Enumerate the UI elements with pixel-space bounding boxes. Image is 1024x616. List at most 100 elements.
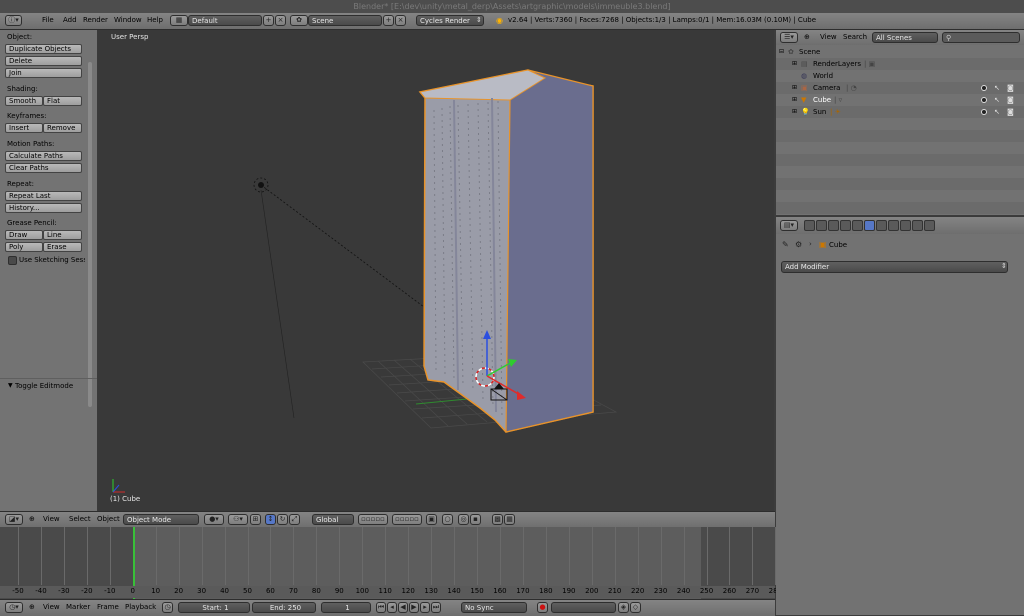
expand-icon[interactable]: ⊟ (779, 46, 784, 58)
outliner-row-world[interactable]: ◍ World (776, 70, 1024, 82)
header-collapse-icon[interactable]: ⊕ (29, 603, 35, 611)
scene-tab-icon[interactable] (816, 220, 827, 231)
outliner-menu-search[interactable]: Search (843, 33, 867, 41)
render-camera-icon[interactable]: ◙ (1007, 82, 1014, 94)
smooth-button[interactable]: Smooth (5, 96, 43, 106)
collapse-triangle-icon[interactable]: ▼ (8, 382, 13, 389)
visibility-eye-icon[interactable] (981, 97, 987, 103)
select-arrow-icon[interactable]: ↖ (994, 82, 1000, 94)
grease-poly-button[interactable]: Poly (5, 242, 43, 252)
start-frame-field[interactable]: Start: 1 (178, 602, 250, 613)
visibility-eye-icon[interactable] (981, 109, 987, 115)
outliner-search-input[interactable]: ⚲ (942, 32, 1020, 43)
insert-keyframe-button[interactable]: Insert (5, 123, 43, 133)
outliner-tree[interactable]: ⊟ ✿ Scene ⊞ ▤ RenderLayers | ▣ ◍ World ⊞… (776, 45, 1024, 215)
screen-layout-field[interactable]: Default (188, 15, 262, 26)
expand-icon[interactable]: ⊞ (792, 58, 797, 70)
menu-marker[interactable]: Marker (66, 603, 90, 611)
remove-scene-icon[interactable]: × (395, 15, 406, 26)
layers-row1-icon[interactable]: ▫▫▫▫▫ (358, 514, 388, 525)
repeat-last-button[interactable]: Repeat Last (5, 191, 82, 201)
render-tab-icon[interactable] (804, 220, 815, 231)
outliner-row-scene[interactable]: ⊟ ✿ Scene (776, 46, 1024, 58)
add-layout-icon[interactable]: + (263, 15, 274, 26)
world-tab-icon[interactable] (828, 220, 839, 231)
header-collapse-icon[interactable]: ⊕ (29, 515, 35, 523)
viewport-shading-icon[interactable]: ●▾ (204, 514, 224, 525)
menu-view[interactable]: View (43, 603, 60, 611)
grease-erase-button[interactable]: Erase (43, 242, 82, 252)
snap-icon[interactable]: ◎ (458, 514, 469, 525)
editor-type-timeline-icon[interactable]: ◷▾ (5, 602, 23, 613)
current-frame-field[interactable]: 1 (321, 602, 371, 613)
play-reverse-icon[interactable]: ◀ (398, 602, 408, 613)
data-tab-icon[interactable] (876, 220, 887, 231)
menu-object[interactable]: Object (97, 515, 120, 523)
menu-render[interactable]: Render (83, 16, 108, 24)
menu-window[interactable]: Window (114, 16, 142, 24)
sketching-checkbox[interactable] (8, 256, 17, 265)
manipulator-toggle-icon[interactable]: ⊞ (250, 514, 261, 525)
remove-keyframe-button[interactable]: Remove (43, 123, 82, 133)
visibility-eye-icon[interactable] (981, 85, 987, 91)
expand-icon[interactable]: ⊞ (792, 82, 797, 94)
flat-button[interactable]: Flat (43, 96, 82, 106)
modifiers-tab-icon[interactable] (864, 220, 875, 231)
render-still-icon[interactable]: ▩ (492, 514, 503, 525)
outliner-display-select[interactable]: All Scenes (872, 32, 938, 43)
outliner-menu-view[interactable]: View (820, 33, 837, 41)
delete-button[interactable]: Delete (5, 56, 82, 66)
physics-tab-icon[interactable] (924, 220, 935, 231)
layers-row2-icon[interactable]: ▫▫▫▫▫ (392, 514, 422, 525)
expand-icon[interactable]: ⊞ (792, 106, 797, 118)
menu-file[interactable]: File (42, 16, 54, 24)
timeline-editor[interactable]: -50 -40 -30 -20 -10 0 10 20 30 40 50 60 70 80 90 100 110… (0, 527, 782, 599)
preview-range-icon[interactable]: ◷ (162, 602, 173, 613)
play-icon[interactable]: ▶ (409, 602, 419, 613)
sync-mode-select[interactable]: No Sync (461, 602, 527, 613)
next-keyframe-icon[interactable]: ▸ (420, 602, 430, 613)
translate-icon[interactable]: ↕ (265, 514, 276, 525)
jump-start-icon[interactable]: ⏮ (376, 602, 386, 613)
select-arrow-icon[interactable]: ↖ (994, 94, 1000, 106)
outliner-row-renderlayers[interactable]: ⊞ ▤ RenderLayers | ▣ (776, 58, 1024, 70)
expand-icon[interactable]: ⊞ (792, 94, 797, 106)
material-tab-icon[interactable] (888, 220, 899, 231)
scale-icon[interactable]: ⤢ (289, 514, 300, 525)
particles-tab-icon[interactable] (912, 220, 923, 231)
end-frame-field[interactable]: End: 250 (252, 602, 316, 613)
calculate-paths-button[interactable]: Calculate Paths (5, 151, 82, 161)
add-modifier-select[interactable]: Add Modifier (781, 261, 1008, 273)
constraints-tab-icon[interactable] (852, 220, 863, 231)
render-engine-select[interactable]: Cycles Render (416, 15, 484, 26)
pivot-point-icon[interactable]: ⚇▾ (228, 514, 248, 525)
remove-layout-icon[interactable]: × (275, 15, 286, 26)
render-camera-icon[interactable]: ◙ (1007, 94, 1014, 106)
layer-lock-icon[interactable]: ▣ (426, 514, 437, 525)
outliner-row-sun[interactable]: ⊞ 💡 Sun | ☀ ↖ ◙ (776, 106, 1024, 118)
select-arrow-icon[interactable]: ↖ (994, 106, 1000, 118)
proportional-edit-icon[interactable]: ○ (442, 514, 453, 525)
toggle-editmode-panel[interactable]: Toggle Editmode (15, 382, 73, 390)
insert-keyframe-icon[interactable]: ◈ (618, 602, 629, 613)
editor-type-outliner-icon[interactable]: ☰▾ (780, 32, 798, 43)
editor-type-3d-icon[interactable]: ◪▾ (5, 514, 23, 525)
screen-layout-icon[interactable]: ▦ (170, 15, 188, 26)
transform-orientation-select[interactable]: Global (312, 514, 354, 525)
delete-keyframe-icon[interactable]: ◇ (630, 602, 641, 613)
record-icon[interactable]: ● (537, 602, 548, 613)
3d-viewport[interactable]: User Persp (1) Cube (98, 30, 774, 511)
duplicate-objects-button[interactable]: Duplicate Objects (5, 44, 82, 54)
render-camera-icon[interactable]: ◙ (1007, 106, 1014, 118)
render-anim-icon[interactable]: ▦ (504, 514, 515, 525)
menu-view[interactable]: View (43, 515, 60, 523)
join-button[interactable]: Join (5, 68, 82, 78)
clear-paths-button[interactable]: Clear Paths (5, 163, 82, 173)
object-tab-icon[interactable] (840, 220, 851, 231)
editor-type-info-icon[interactable]: ⓘ▾ (5, 15, 22, 26)
rotate-icon[interactable]: ↻ (277, 514, 288, 525)
menu-help[interactable]: Help (147, 16, 163, 24)
snap-element-icon[interactable]: ▪ (470, 514, 481, 525)
outliner-row-camera[interactable]: ⊞ ▣ Camera | ◔ ↖ ◙ (776, 82, 1024, 94)
grease-draw-button[interactable]: Draw (5, 230, 43, 240)
